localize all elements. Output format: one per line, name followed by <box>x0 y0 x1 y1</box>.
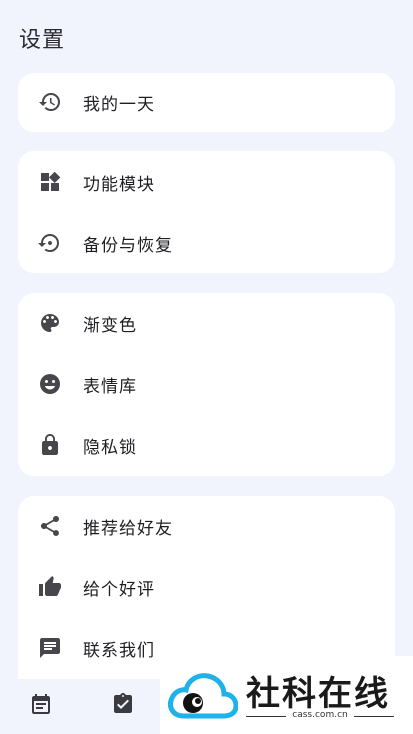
watermark-text: 社科在线 <box>246 674 390 714</box>
settings-item-my-day[interactable]: 我的一天 <box>18 73 395 131</box>
settings-item-emoji[interactable]: 表情库 <box>18 355 395 413</box>
settings-item-backup-restore[interactable]: 备份与恢复 <box>18 214 395 272</box>
thumb-up-icon <box>38 575 62 599</box>
nav-tasks[interactable] <box>110 693 136 719</box>
lock-icon <box>38 433 62 457</box>
settings-item-modules[interactable]: 功能模块 <box>18 153 395 211</box>
emoji-icon <box>38 372 62 396</box>
page-title: 设置 <box>19 28 66 53</box>
settings-item-label: 备份与恢复 <box>83 235 173 256</box>
settings-item-rate[interactable]: 给个好评 <box>18 558 395 616</box>
settings-item-label: 联系我们 <box>83 640 155 661</box>
settings-group-my-day: 我的一天 <box>18 73 395 132</box>
clipboard-check-icon <box>111 692 135 720</box>
cloud-logo-icon <box>168 673 238 719</box>
nav-calendar[interactable] <box>28 693 54 719</box>
settings-item-label: 渐变色 <box>83 315 137 336</box>
settings-item-privacy-lock[interactable]: 隐私锁 <box>18 416 395 474</box>
history-icon <box>38 90 62 114</box>
settings-item-label: 我的一天 <box>83 94 155 115</box>
backup-restore-icon <box>38 231 62 255</box>
settings-item-label: 隐私锁 <box>83 437 137 458</box>
watermark-line-right <box>354 716 394 717</box>
settings-group-personalize: 渐变色 表情库 隐私锁 <box>18 293 395 476</box>
settings-item-label: 给个好评 <box>83 579 155 600</box>
watermark: 社科在线 cass.com.cn <box>160 656 413 734</box>
feedback-icon <box>38 636 62 660</box>
widgets-icon <box>38 170 62 194</box>
settings-item-gradient[interactable]: 渐变色 <box>18 294 395 352</box>
palette-icon <box>38 311 62 335</box>
settings-item-label: 功能模块 <box>83 174 155 195</box>
settings-item-label: 表情库 <box>83 376 137 397</box>
settings-item-recommend[interactable]: 推荐给好友 <box>18 497 395 555</box>
settings-item-label: 推荐给好友 <box>83 518 173 539</box>
watermark-url: cass.com.cn <box>292 710 348 720</box>
settings-group-data: 功能模块 备份与恢复 <box>18 151 395 273</box>
calendar-icon <box>29 692 53 720</box>
share-icon <box>38 514 62 538</box>
